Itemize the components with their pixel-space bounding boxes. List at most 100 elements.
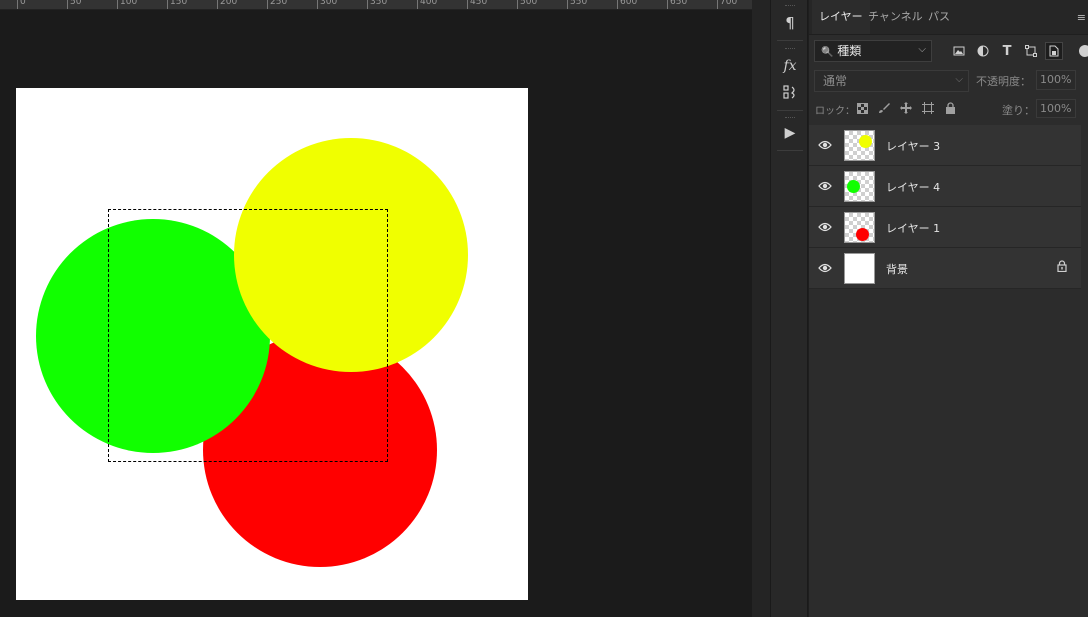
ruler-tick <box>317 0 318 9</box>
layer-thumbnail <box>844 130 875 161</box>
layers-panel: レイヤー チャンネル パス ≡ 🔍 種類 ⌵ T 通常 ⌵ 不透明度： 100%… <box>809 0 1088 617</box>
blend-mode-value: 通常 <box>823 74 848 88</box>
chevron-down-icon: ⌵ <box>918 44 926 55</box>
strip-divider <box>777 40 803 41</box>
workspace-edge <box>752 0 770 617</box>
ruler-tick <box>217 0 218 9</box>
eye-icon[interactable] <box>817 260 833 276</box>
lock-label: ロック： <box>815 106 855 117</box>
layer-row[interactable]: レイヤー 4 <box>809 166 1081 207</box>
filter-shape-icon[interactable] <box>1022 42 1040 60</box>
filter-kind-select[interactable]: 🔍 種類 ⌵ <box>814 40 932 62</box>
ruler-label: 350 <box>370 0 388 7</box>
tab-paths[interactable]: パス <box>921 0 957 34</box>
brush-icon <box>879 103 890 113</box>
paragraph-icon[interactable]: ¶ <box>771 11 809 35</box>
ruler-label: 100 <box>120 0 138 7</box>
horizontal-ruler: 0 50 100 150 200 250 300 350 400 450 500… <box>0 0 752 10</box>
adjust-icon-glyph <box>783 85 795 99</box>
ruler-label: 300 <box>320 0 338 7</box>
strip-grip[interactable] <box>785 5 795 8</box>
eye-glyph <box>818 222 832 232</box>
thumbnail-dot <box>856 228 869 241</box>
lock-transparent-pixels-icon[interactable] <box>854 100 870 116</box>
play-icon[interactable]: ▶ <box>771 121 809 145</box>
layer-name: 背景 <box>886 263 908 276</box>
ruler-tick <box>67 0 68 9</box>
layer-filter-row: 🔍 種類 ⌵ T <box>809 40 1088 66</box>
blend-mode-select[interactable]: 通常 ⌵ <box>814 70 969 92</box>
layer-row[interactable]: レイヤー 3 <box>809 125 1081 166</box>
ruler-label: 200 <box>220 0 238 7</box>
filter-smart-object-icon[interactable] <box>1045 42 1063 60</box>
ruler-label: 50 <box>70 0 82 7</box>
smart-object-icon <box>1049 45 1059 57</box>
ruler-label: 700 <box>720 0 738 7</box>
lock-artboard-icon[interactable] <box>920 100 936 116</box>
opacity-label: 不透明度： <box>976 75 1031 88</box>
ruler-tick <box>667 0 668 9</box>
rectangular-selection-marquee[interactable] <box>108 209 388 462</box>
panel-menu-icon[interactable]: ≡ <box>1077 11 1086 24</box>
eye-icon[interactable] <box>817 137 833 153</box>
lock-row: ロック： 塗り： 100% <box>809 99 1088 119</box>
toggle-circle-icon <box>1079 45 1088 57</box>
shape-icon <box>1025 45 1037 57</box>
lock-position-icon[interactable] <box>898 100 914 116</box>
layer-thumbnail <box>844 171 875 202</box>
layers-list: レイヤー 3 レイヤー 4 レイヤー 1 背景 <box>809 125 1081 289</box>
half-circle-icon <box>977 45 989 57</box>
padlock-glyph <box>1057 260 1067 273</box>
ruler-label: 0 <box>20 0 26 7</box>
image-icon <box>953 46 965 56</box>
checker-icon <box>856 102 868 114</box>
canvas-workspace[interactable]: 0 50 100 150 200 250 300 350 400 450 500… <box>0 0 752 617</box>
layer-thumbnail <box>844 253 875 284</box>
strip-divider <box>777 150 803 151</box>
eye-icon[interactable] <box>817 219 833 235</box>
layer-row[interactable]: 背景 <box>809 248 1081 289</box>
lock-icon[interactable] <box>1057 260 1067 275</box>
eye-glyph <box>818 181 832 191</box>
ruler-tick <box>617 0 618 9</box>
tab-channels[interactable]: チャンネル <box>861 0 930 34</box>
layer-thumbnail <box>844 212 875 243</box>
layer-name: レイヤー 3 <box>886 140 941 153</box>
panel-tabs: レイヤー チャンネル パス ≡ <box>809 0 1088 35</box>
ruler-label: 650 <box>670 0 688 7</box>
ruler-tick <box>167 0 168 9</box>
chevron-down-icon: ⌵ <box>955 74 963 85</box>
ruler-label: 400 <box>420 0 438 7</box>
opacity-field[interactable]: 100% <box>1036 70 1076 90</box>
collapsed-panel-strip: ¶ fx ▶ <box>770 0 808 617</box>
filter-pixel-icon[interactable] <box>950 42 968 60</box>
filter-kind-label: 種類 <box>837 44 862 58</box>
strip-grip[interactable] <box>785 48 795 51</box>
ruler-tick <box>467 0 468 9</box>
filter-type-icon[interactable]: T <box>998 42 1016 60</box>
ruler-tick <box>567 0 568 9</box>
strip-grip[interactable] <box>785 117 795 120</box>
lock-image-pixels-icon[interactable] <box>876 100 892 116</box>
eye-icon[interactable] <box>817 178 833 194</box>
thumbnail-dot <box>859 135 872 148</box>
fill-field[interactable]: 100% <box>1036 99 1076 118</box>
layer-name: レイヤー 4 <box>886 181 941 194</box>
ruler-tick <box>417 0 418 9</box>
ruler-tick <box>367 0 368 9</box>
filter-toggle-icon[interactable] <box>1073 42 1088 60</box>
eye-glyph <box>818 263 832 273</box>
blend-row: 通常 ⌵ 不透明度： 100% <box>809 70 1088 92</box>
eye-glyph <box>818 140 832 150</box>
lock-all-icon[interactable] <box>942 100 958 116</box>
adjust-icon[interactable] <box>771 80 809 104</box>
layer-row[interactable]: レイヤー 1 <box>809 207 1081 248</box>
ruler-label: 500 <box>520 0 538 7</box>
ruler-tick <box>267 0 268 9</box>
padlock-icon <box>945 102 955 114</box>
thumbnail-dot <box>847 180 860 193</box>
fill-label: 塗り： <box>1002 104 1035 117</box>
fx-icon[interactable]: fx <box>771 54 809 78</box>
ruler-tick <box>117 0 118 9</box>
filter-adjustment-icon[interactable] <box>974 42 992 60</box>
